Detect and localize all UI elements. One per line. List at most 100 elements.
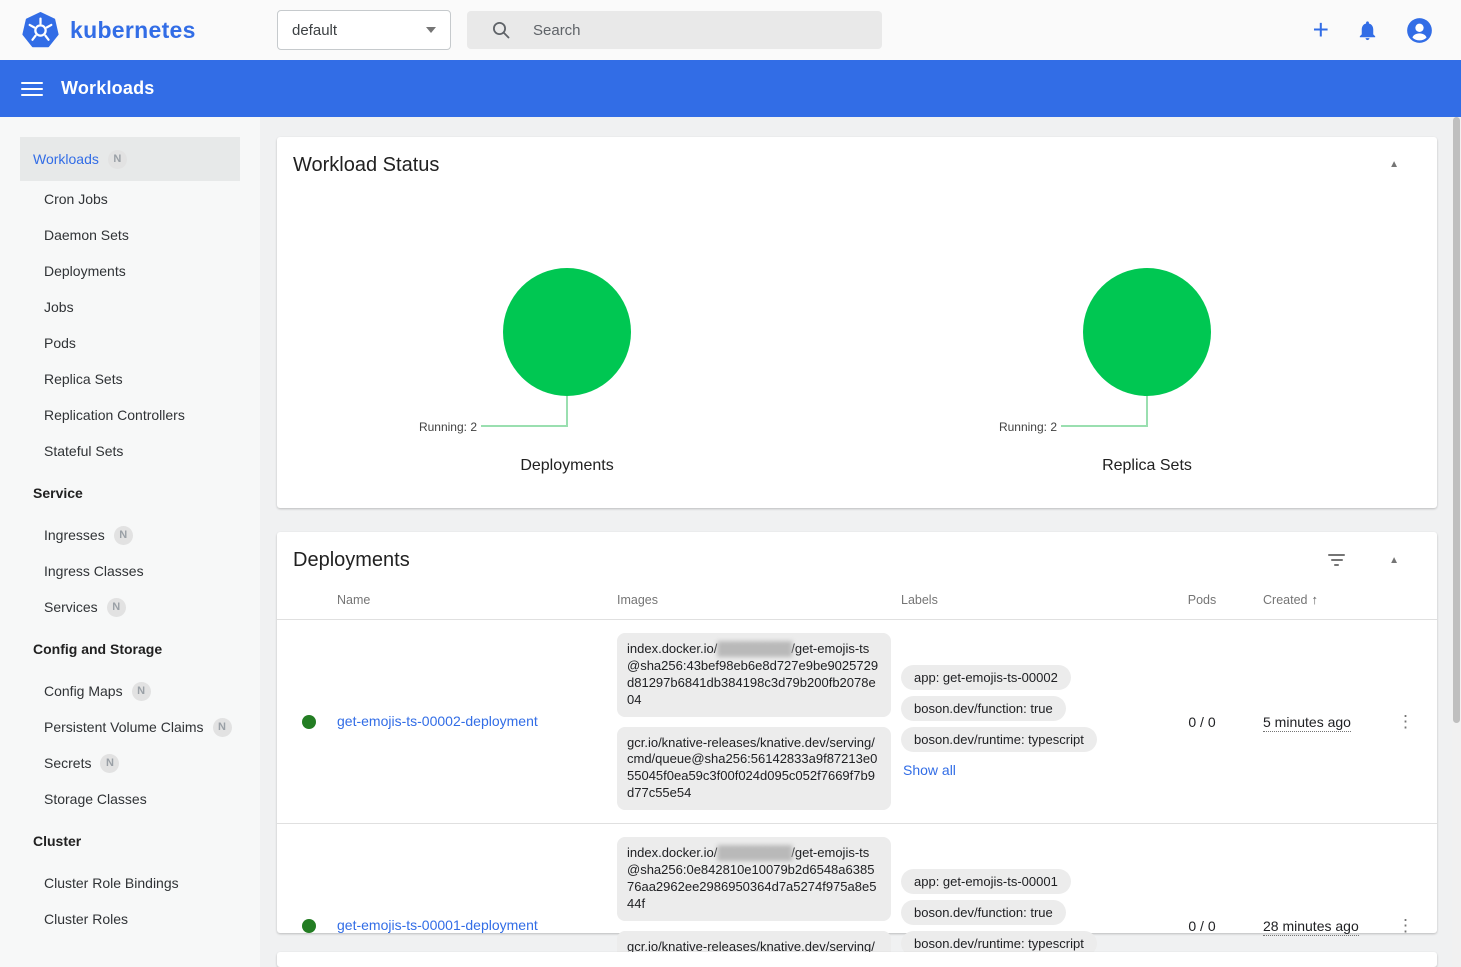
image-chip: index.docker.io/█████████/get-emojis-ts@… (617, 633, 891, 717)
sidebar-item-storage-classes[interactable]: Storage Classes (0, 781, 260, 817)
pie-running-slice (503, 268, 631, 396)
namespace-select[interactable]: default (277, 10, 451, 50)
new-badge: N (114, 526, 133, 545)
new-badge: N (213, 718, 232, 737)
image-chip: gcr.io/knative-releases/knative.dev/serv… (617, 727, 891, 811)
show-all-link[interactable]: Show all (903, 762, 956, 778)
sidebar-item-cluster-roles[interactable]: Cluster Roles (0, 901, 260, 937)
workload-status-card: Workload Status ▲ Running: 2 Deployments… (277, 137, 1437, 508)
collapse-card-button[interactable]: ▲ (1389, 159, 1399, 170)
label-chip: app: get-emojis-ts-00001 (901, 869, 1071, 894)
collapse-card-button[interactable]: ▲ (1389, 555, 1399, 566)
namespace-value: default (292, 22, 337, 39)
sidebar-item-stateful-sets[interactable]: Stateful Sets (0, 433, 260, 469)
chevron-down-icon (426, 27, 436, 33)
sidebar-item-daemon-sets[interactable]: Daemon Sets (0, 217, 260, 253)
notifications-button[interactable] (1356, 19, 1379, 42)
redacted-text: █████████ (717, 641, 791, 656)
label-chip: boson.dev/function: true (901, 696, 1066, 721)
chart-title: Replica Sets (857, 457, 1437, 475)
sidebar-nav: Workloads N Cron Jobs Daemon Sets Deploy… (0, 117, 260, 967)
created-timestamp: 5 minutes ago (1263, 714, 1351, 732)
deployments-pie-chart: Running: 2 Deployments (277, 193, 857, 508)
sidebar-item-replication-controllers[interactable]: Replication Controllers (0, 397, 260, 433)
table-header-row: Name Images Labels Pods Created ↑ (277, 580, 1437, 620)
kubernetes-brand[interactable]: kubernetes (22, 12, 196, 49)
replica-sets-pie-chart: Running: 2 Replica Sets (857, 193, 1437, 508)
label-chip: boson.dev/runtime: typescript (901, 727, 1097, 752)
menu-button[interactable] (21, 82, 43, 96)
sidebar-item-replica-sets[interactable]: Replica Sets (0, 361, 260, 397)
redacted-text: █████████ (717, 845, 791, 860)
running-status-icon (302, 919, 316, 933)
workload-status-title: Workload Status (293, 154, 439, 177)
kebab-icon: ⋮ (1397, 916, 1414, 936)
brand-name: kubernetes (70, 17, 196, 44)
collapse-icon: ▲ (1389, 555, 1399, 566)
created-timestamp: 28 minutes ago (1263, 918, 1359, 936)
sidebar-item-workloads[interactable]: Workloads N (20, 137, 240, 181)
bell-icon (1356, 19, 1379, 42)
new-badge: N (100, 754, 119, 773)
label-chip: boson.dev/function: true (901, 900, 1066, 925)
sidebar-section-service: Service (0, 469, 260, 517)
user-avatar-icon (1406, 17, 1433, 44)
filter-icon[interactable] (1328, 554, 1345, 566)
scrollbar-thumb[interactable] (1453, 117, 1460, 723)
column-header-pods[interactable]: Pods (1157, 593, 1247, 607)
sidebar-item-deployments[interactable]: Deployments (0, 253, 260, 289)
column-header-labels[interactable]: Labels (901, 593, 1157, 607)
search-input[interactable] (533, 22, 853, 39)
kubernetes-logo-icon (22, 12, 59, 49)
pie-callout-label: Running: 2 (347, 420, 477, 434)
column-header-name[interactable]: Name (337, 593, 617, 607)
table-row: get-emojis-ts-00002-deployment index.doc… (277, 620, 1437, 823)
sidebar-section-config-and-storage: Config and Storage (0, 625, 260, 673)
sidebar-item-ingress-classes[interactable]: Ingress Classes (0, 553, 260, 589)
new-badge: N (132, 682, 151, 701)
row-actions-menu-button[interactable]: ⋮ (1397, 916, 1414, 936)
new-badge: N (107, 598, 126, 617)
sidebar-section-cluster: Cluster (0, 817, 260, 865)
sidebar-item-cron-jobs[interactable]: Cron Jobs (0, 181, 260, 217)
plus-icon: + (1313, 16, 1329, 44)
sidebar-item-secrets[interactable]: Secrets N (0, 745, 260, 781)
top-actions: + (1313, 0, 1433, 60)
deployment-name-link[interactable]: get-emojis-ts-00001-deployment (337, 917, 538, 933)
pie-callout-label: Running: 2 (927, 420, 1057, 434)
pie-running-slice (1083, 268, 1211, 396)
running-status-icon (302, 715, 316, 729)
new-badge: N (108, 150, 127, 169)
app-bar: Workloads (0, 60, 1461, 117)
sidebar-item-jobs[interactable]: Jobs (0, 289, 260, 325)
table-row: get-emojis-ts-00001-deployment index.doc… (277, 823, 1437, 967)
column-header-images[interactable]: Images (617, 593, 901, 607)
column-header-created[interactable]: Created ↑ (1247, 592, 1397, 607)
sidebar-item-services[interactable]: Services N (0, 589, 260, 625)
top-header: kubernetes default + (0, 0, 1461, 60)
workload-status-charts: Running: 2 Deployments Running: 2 Replic… (277, 193, 1437, 508)
deployments-title: Deployments (293, 549, 410, 572)
deployment-name-link[interactable]: get-emojis-ts-00002-deployment (337, 713, 538, 729)
sidebar-item-persistent-volume-claims[interactable]: Persistent Volume Claims N (0, 709, 260, 745)
create-resource-button[interactable]: + (1313, 16, 1329, 44)
pods-count: 0 / 0 (1157, 918, 1247, 934)
collapse-icon: ▲ (1389, 159, 1399, 170)
image-chip: index.docker.io/█████████/get-emojis-ts@… (617, 837, 891, 921)
row-actions-menu-button[interactable]: ⋮ (1397, 712, 1414, 732)
search-icon (491, 20, 511, 40)
kebab-icon: ⋮ (1397, 712, 1414, 732)
sidebar-item-cluster-role-bindings[interactable]: Cluster Role Bindings (0, 865, 260, 901)
search-bar[interactable] (467, 11, 882, 49)
sidebar-item-pods[interactable]: Pods (0, 325, 260, 361)
sidebar-item-ingresses[interactable]: Ingresses N (0, 517, 260, 553)
hamburger-icon (21, 82, 43, 84)
user-avatar-button[interactable] (1406, 17, 1433, 44)
scrollbar[interactable] (1452, 117, 1461, 967)
sort-ascending-icon: ↑ (1311, 592, 1318, 607)
chart-title: Deployments (277, 457, 857, 475)
deployments-card: Deployments ▲ Name Images Labels Pods Cr… (277, 532, 1437, 933)
next-card-edge (277, 952, 1437, 967)
sidebar-item-config-maps[interactable]: Config Maps N (0, 673, 260, 709)
page-title: Workloads (61, 78, 155, 99)
